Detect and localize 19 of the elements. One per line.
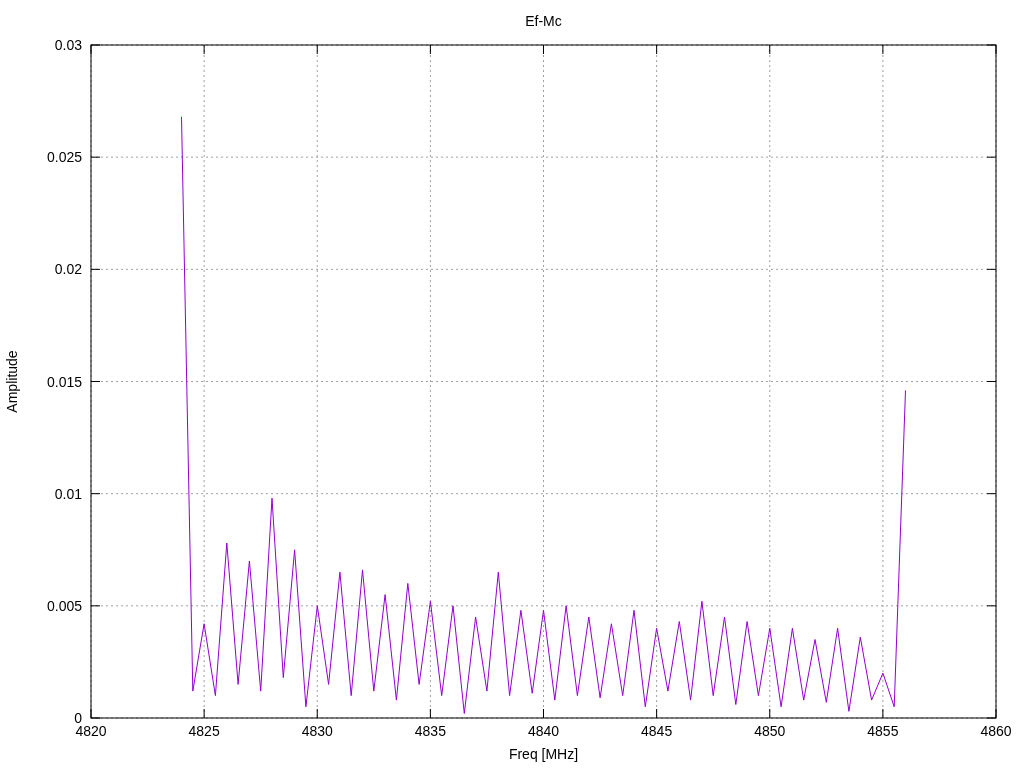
tick-label: 4855 — [867, 723, 899, 739]
tick-label: 4860 — [980, 723, 1012, 739]
tick-label: 4825 — [188, 723, 220, 739]
tick-label: 4835 — [414, 723, 446, 739]
tick-label: 0 — [74, 710, 82, 726]
x-axis-label: Freq [MHz] — [508, 746, 579, 762]
tick-label: 4850 — [754, 723, 786, 739]
y-axis-label: Amplitude — [4, 350, 20, 413]
tick-label: 0.01 — [54, 485, 82, 502]
chart-title: Ef-Mc — [525, 13, 562, 29]
tick-label: 0.03 — [54, 37, 82, 53]
tick-label: 0.015 — [46, 373, 82, 390]
tick-label: 4845 — [641, 723, 673, 739]
tick-label: 4840 — [527, 723, 560, 739]
tick-label: 0.02 — [54, 261, 82, 278]
tick-label: 4820 — [75, 723, 107, 739]
tick-label: 0.025 — [46, 149, 82, 166]
tick-label: 4830 — [301, 723, 333, 739]
tick-label: 0.005 — [46, 597, 82, 614]
